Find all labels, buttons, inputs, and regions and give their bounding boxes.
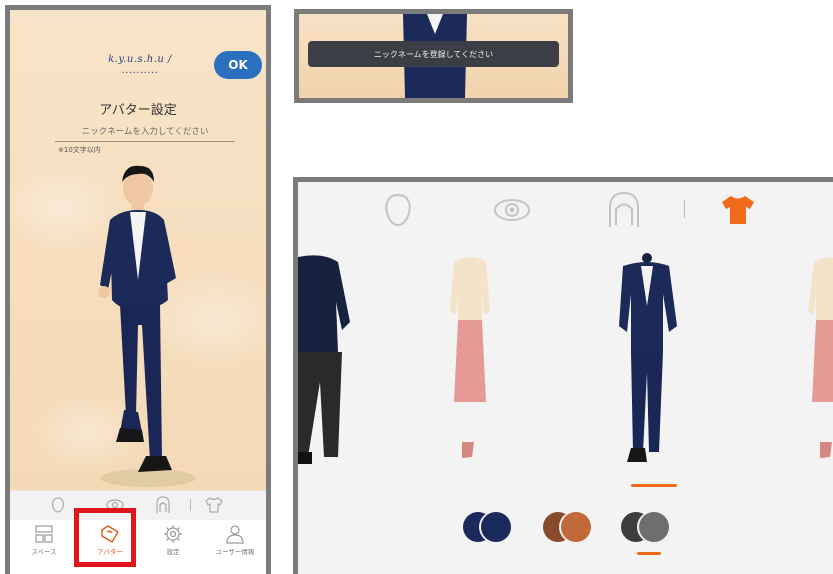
color-option-brown[interactable]	[543, 512, 595, 544]
outfit-option-blouse-skirt[interactable]	[446, 252, 496, 472]
color-option-gray[interactable]	[621, 512, 673, 544]
eye-icon	[494, 199, 530, 221]
nickname-input[interactable]	[55, 123, 235, 142]
color-option-navy[interactable]	[463, 512, 515, 544]
color-swatch	[561, 512, 591, 542]
nav-item-user-info[interactable]: ユーザー情報	[205, 524, 265, 570]
toast-screenshot: ニックネームを登録してください	[294, 9, 573, 103]
nav-label-space: スペース	[31, 548, 57, 556]
clothing-tab[interactable]	[718, 190, 758, 230]
toast-message: ニックネームを登録してください	[308, 41, 559, 67]
category-tabbar	[10, 490, 266, 521]
user-icon	[226, 525, 244, 544]
nav-item-settings[interactable]: 設定	[143, 524, 203, 570]
face-shape-tab[interactable]	[378, 190, 418, 230]
category-divider	[190, 499, 191, 511]
brand-logo: k.y.u.s.h.u / ..........	[108, 54, 172, 76]
hair-icon	[609, 191, 639, 227]
face-shape-icon[interactable]	[50, 497, 66, 513]
bottom-nav: スペース アバター 設定 ユーザー情報	[10, 520, 266, 574]
gear-icon	[164, 525, 182, 543]
avatar-nav-highlight	[74, 508, 136, 567]
eye-tab[interactable]	[492, 190, 532, 230]
outfit-selector-screenshot	[293, 177, 833, 574]
color-swatch	[639, 512, 669, 542]
phone-screenshot: k.y.u.s.h.u / .......... OK アバター設定 ※10文字…	[5, 5, 271, 574]
category-divider	[684, 200, 685, 218]
clothing-icon[interactable]	[205, 497, 223, 513]
hair-icon[interactable]	[155, 496, 171, 514]
hair-tab[interactable]	[604, 190, 644, 230]
char-limit-note: ※10文字以内	[58, 146, 101, 154]
space-icon	[35, 525, 53, 543]
outfit-option-blouse-skirt-2[interactable]	[804, 252, 833, 472]
ok-button[interactable]: OK	[214, 51, 262, 79]
face-shape-icon	[385, 193, 411, 227]
nav-item-space[interactable]: スペース	[14, 524, 74, 570]
clothing-icon	[722, 196, 754, 224]
page-title: アバター設定	[99, 103, 177, 118]
selected-color-indicator	[637, 552, 661, 555]
nav-label-user-info: ユーザー情報	[215, 548, 255, 556]
color-swatch	[481, 512, 511, 542]
outfit-option-navy-suit[interactable]	[613, 252, 683, 472]
nav-label-settings: 設定	[166, 548, 180, 556]
avatar-figure	[98, 165, 196, 487]
outfit-option-dark-coat[interactable]	[298, 252, 354, 472]
selected-outfit-indicator	[631, 484, 677, 487]
